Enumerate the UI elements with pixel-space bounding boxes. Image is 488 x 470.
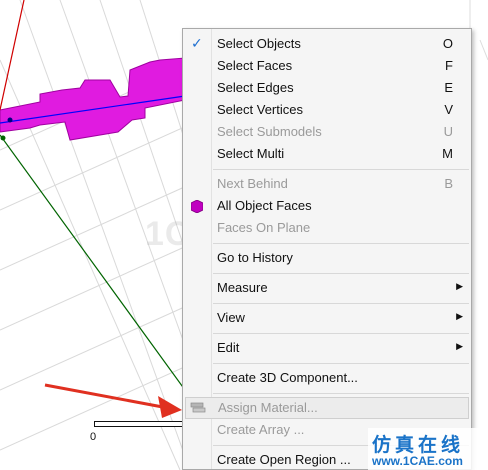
menu-item-shortcut: M	[442, 146, 453, 161]
menu-separator	[213, 273, 469, 274]
scale-zero-label: 0	[90, 431, 97, 443]
menu-item-label: View	[217, 310, 245, 325]
material-icon	[190, 402, 206, 413]
menu-separator	[213, 243, 469, 244]
menu-item-shortcut: U	[443, 124, 453, 139]
menu-item-label: Create 3D Component...	[217, 370, 358, 385]
menu-item-label: Go to History	[217, 250, 293, 265]
menu-item-label: Next Behind	[217, 176, 288, 191]
menu-item-select-multi[interactable]: Select Multi M	[183, 143, 471, 165]
menu-item-create-3d-component[interactable]: Create 3D Component...	[183, 367, 471, 389]
menu-item-shortcut: F	[445, 58, 453, 73]
menu-item-assign-material[interactable]: Assign Material...	[185, 397, 469, 419]
menu-item-all-object-faces[interactable]: All Object Faces	[183, 195, 471, 217]
brand-chinese-text: 仿真在线	[372, 435, 465, 456]
menu-separator	[213, 333, 469, 334]
submenu-arrow-icon: ▶	[456, 341, 463, 351]
submenu-arrow-icon: ▶	[456, 281, 463, 291]
checkmark-icon: ✓	[191, 35, 203, 51]
menu-item-measure[interactable]: Measure ▶	[183, 277, 471, 299]
submenu-arrow-icon: ▶	[456, 311, 463, 321]
menu-item-label: Faces On Plane	[217, 220, 311, 235]
cube-icon	[191, 200, 203, 213]
menu-item-label: Select Faces	[217, 58, 293, 73]
menu-separator	[213, 363, 469, 364]
menu-item-label: Measure	[217, 280, 268, 295]
menu-item-shortcut: E	[444, 80, 453, 95]
menu-item-faces-on-plane[interactable]: Faces On Plane	[183, 217, 471, 239]
menu-item-label: Select Vertices	[217, 102, 303, 117]
axis-point-dot	[0, 135, 6, 141]
menu-item-label: Assign Material...	[218, 400, 318, 415]
menu-item-select-edges[interactable]: Select Edges E	[183, 77, 471, 99]
scale-bar	[94, 421, 188, 427]
menu-item-label: Create Array ...	[217, 422, 305, 437]
menu-item-go-to-history[interactable]: Go to History	[183, 247, 471, 269]
menu-separator	[213, 393, 469, 394]
menu-item-label: Select Objects	[217, 36, 301, 51]
menu-item-label: All Object Faces	[217, 198, 312, 213]
menu-item-edit[interactable]: Edit ▶	[183, 337, 471, 359]
menu-item-shortcut: O	[442, 36, 453, 51]
menu-item-label: Create Open Region ...	[217, 452, 351, 467]
menu-item-select-faces[interactable]: Select Faces F	[183, 55, 471, 77]
menu-item-view[interactable]: View ▶	[183, 307, 471, 329]
menu-item-select-vertices[interactable]: Select Vertices V	[183, 99, 471, 121]
menu-item-label: Select Multi	[217, 146, 285, 161]
menu-separator	[213, 169, 469, 170]
menu-item-shortcut: V	[444, 102, 453, 117]
menu-separator	[213, 303, 469, 304]
menu-item-label: Select Submodels	[217, 124, 322, 139]
menu-item-next-behind[interactable]: Next Behind B	[183, 173, 471, 195]
context-menu: ✓ Select Objects O Select Faces F Select…	[182, 28, 472, 470]
menu-item-select-objects[interactable]: ✓ Select Objects O	[183, 33, 471, 55]
menu-item-label: Select Edges	[217, 80, 294, 95]
menu-item-shortcut: B	[444, 176, 453, 191]
brand-url: www.1CAE.com	[372, 454, 463, 468]
brand-watermark: 仿真在线 www.1CAE.com	[368, 428, 488, 470]
axis-origin-dot	[7, 117, 13, 123]
menu-item-label: Edit	[217, 340, 240, 355]
menu-item-select-submodels[interactable]: Select Submodels U	[183, 121, 471, 143]
